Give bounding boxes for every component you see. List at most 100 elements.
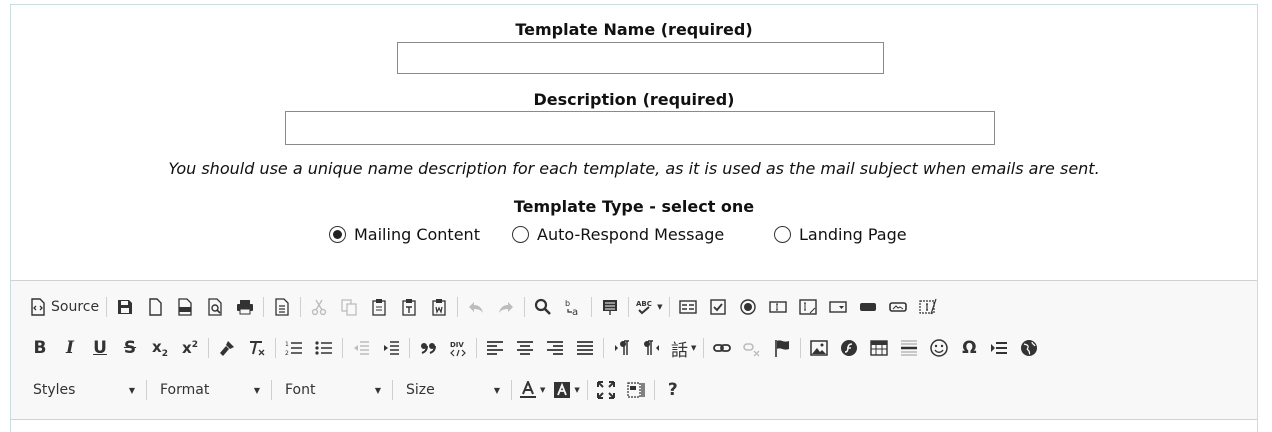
text-direction-rtl-button[interactable] xyxy=(637,335,667,361)
numbered-list-button[interactable]: 12 xyxy=(279,335,309,361)
align-left-button[interactable] xyxy=(480,335,510,361)
bulleted-list-button[interactable] xyxy=(309,335,339,361)
align-left-icon xyxy=(487,341,503,355)
cut-icon xyxy=(311,299,327,316)
special-char-button[interactable]: Ω xyxy=(954,335,984,361)
bold-button[interactable]: B xyxy=(25,335,55,361)
table-button[interactable] xyxy=(864,335,894,361)
textarea-button[interactable] xyxy=(793,294,823,320)
indent-button[interactable] xyxy=(376,335,406,361)
undo-button[interactable] xyxy=(461,294,491,320)
spellcheck-button[interactable]: ABC ▼ xyxy=(632,294,666,320)
template-type-label: Template Type - select one xyxy=(513,197,755,216)
font-combo[interactable]: Font ▼ xyxy=(275,377,389,403)
align-right-button[interactable] xyxy=(540,335,570,361)
format-combo[interactable]: Format ▼ xyxy=(150,377,268,403)
radio-button[interactable] xyxy=(774,226,791,243)
unique-name-note: You should use a unique name description… xyxy=(168,159,1100,178)
size-combo[interactable]: Size ▼ xyxy=(396,377,508,403)
radio-selected-dot xyxy=(333,230,342,239)
save-button[interactable] xyxy=(110,294,140,320)
background-color-button[interactable]: ▼ xyxy=(549,377,583,403)
create-div-button[interactable]: DIV xyxy=(443,335,473,361)
replace-button[interactable]: ba xyxy=(558,294,588,320)
horizontal-rule-icon xyxy=(901,340,918,356)
toolbar-separator xyxy=(457,297,459,317)
size-combo-label: Size xyxy=(406,382,435,398)
find-button[interactable] xyxy=(528,294,558,320)
iframe-button[interactable] xyxy=(1014,335,1044,361)
form-button[interactable] xyxy=(673,294,703,320)
toolbar-separator xyxy=(591,297,593,317)
radio-button[interactable] xyxy=(329,226,346,243)
print-button[interactable] xyxy=(230,294,260,320)
anchor-button[interactable] xyxy=(767,335,797,361)
text-direction-ltr-button[interactable] xyxy=(607,335,637,361)
svg-text:1: 1 xyxy=(285,341,289,348)
align-center-icon xyxy=(517,341,533,355)
radio-auto-respond[interactable]: Auto-Respond Message xyxy=(512,225,724,244)
blockquote-button[interactable] xyxy=(413,335,443,361)
redo-button[interactable] xyxy=(491,294,521,320)
toolbar-separator xyxy=(703,338,705,358)
cut-button[interactable] xyxy=(304,294,334,320)
justify-button[interactable] xyxy=(570,335,600,361)
dropdown-arrow-icon: ▼ xyxy=(657,303,663,311)
copy-button[interactable] xyxy=(334,294,364,320)
hidden-field-button[interactable] xyxy=(913,294,943,320)
html-button-button[interactable] xyxy=(853,294,883,320)
preview-button[interactable] xyxy=(200,294,230,320)
paste-text-button[interactable] xyxy=(394,294,424,320)
page-break-button[interactable] xyxy=(984,335,1014,361)
remove-format-button[interactable] xyxy=(242,335,272,361)
radio-mailing-content[interactable]: Mailing Content xyxy=(329,225,480,244)
underline-button[interactable]: U xyxy=(85,335,115,361)
superscript-icon: x2 xyxy=(182,339,198,357)
export-pdf-button[interactable] xyxy=(170,294,200,320)
checkbox-button[interactable] xyxy=(703,294,733,320)
select-all-button[interactable] xyxy=(595,294,625,320)
new-page-button[interactable] xyxy=(140,294,170,320)
paste-word-button[interactable] xyxy=(424,294,454,320)
superscript-button[interactable]: x2 xyxy=(175,335,205,361)
redo-icon xyxy=(499,302,514,313)
template-name-input[interactable] xyxy=(397,42,884,74)
templates-button[interactable] xyxy=(267,294,297,320)
radio-landing-page[interactable]: Landing Page xyxy=(774,225,907,244)
image-insert-button[interactable] xyxy=(804,335,834,361)
textfield-button[interactable] xyxy=(763,294,793,320)
description-input[interactable] xyxy=(285,111,995,145)
underline-icon: U xyxy=(93,338,107,358)
svg-text:ABC: ABC xyxy=(636,300,652,308)
language-button[interactable]: 話 ▼ xyxy=(667,335,700,361)
undo-icon xyxy=(469,302,484,313)
subscript-icon: x2 xyxy=(152,337,168,359)
hidden-field-icon xyxy=(919,298,938,315)
smiley-button[interactable] xyxy=(924,335,954,361)
show-blocks-button[interactable] xyxy=(621,377,651,403)
flash-button[interactable] xyxy=(834,335,864,361)
styles-combo[interactable]: Styles ▼ xyxy=(23,377,143,403)
maximize-button[interactable] xyxy=(591,377,621,403)
paste-button[interactable] xyxy=(364,294,394,320)
radio-label: Landing Page xyxy=(799,225,907,244)
indent-icon xyxy=(384,341,399,355)
select-field-button[interactable] xyxy=(823,294,853,320)
export-pdf-icon xyxy=(178,298,192,316)
copy-formatting-button[interactable] xyxy=(212,335,242,361)
outdent-button[interactable] xyxy=(346,335,376,361)
text-color-button[interactable]: ▼ xyxy=(515,377,549,403)
about-button[interactable]: ? xyxy=(658,377,688,403)
italic-button[interactable]: I xyxy=(55,335,85,361)
radio-field-button[interactable] xyxy=(733,294,763,320)
radio-button[interactable] xyxy=(512,226,529,243)
subscript-button[interactable]: x2 xyxy=(145,335,175,361)
image-button-button[interactable] xyxy=(883,294,913,320)
unlink-button[interactable] xyxy=(737,335,767,361)
link-button[interactable] xyxy=(707,335,737,361)
chevron-down-icon: ▼ xyxy=(493,385,500,395)
strikethrough-button[interactable]: S xyxy=(115,335,145,361)
align-center-button[interactable] xyxy=(510,335,540,361)
source-button[interactable]: Source xyxy=(25,294,103,320)
horizontal-rule-button[interactable] xyxy=(894,335,924,361)
